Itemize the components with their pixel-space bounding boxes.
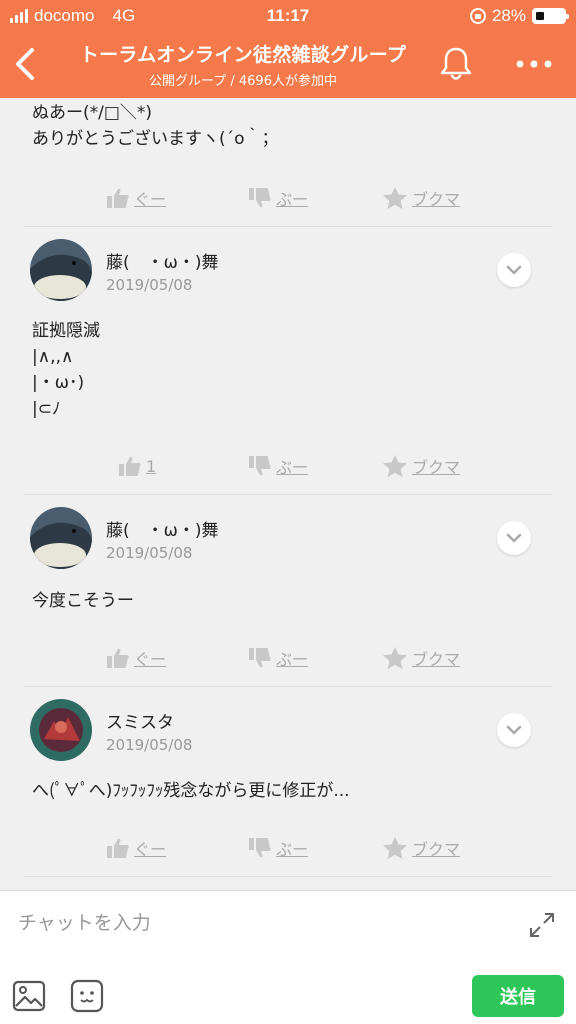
- notification-button[interactable]: [438, 44, 474, 84]
- reaction-bar: ぐー ぶー ブクマ: [0, 638, 576, 678]
- bad-label: ぶー: [276, 840, 309, 859]
- status-bar: docomo 4G 11:17 28%: [0, 0, 576, 32]
- thumbs-up-icon: [107, 188, 129, 208]
- bad-button[interactable]: ぶー: [248, 834, 308, 862]
- thumbs-up-icon: [119, 456, 141, 476]
- avatar-image: [30, 239, 92, 301]
- author-name[interactable]: 藤( ・ω・)舞: [106, 516, 219, 541]
- signal-icon: [10, 9, 28, 23]
- message-text: 証拠隠滅 |∧,,∧ |・ω･) |⊂ﾉ: [32, 321, 100, 419]
- image-icon: [12, 980, 46, 1012]
- message-text: 今度こそうー: [32, 591, 134, 611]
- good-label: ぐー: [134, 840, 167, 859]
- reaction-bar: ぐー ぶー ブクマ: [0, 178, 576, 218]
- message-text: ぬあー(*/□＼*) ありがとうございますヽ(´o｀；: [32, 103, 279, 149]
- bookmark-label: ブクマ: [412, 190, 461, 209]
- reaction-bar: ぐー ぶー ブクマ: [0, 828, 576, 868]
- divider: [24, 686, 552, 687]
- bookmark-label: ブクマ: [412, 840, 461, 859]
- group-subtitle: 公開グループ / 4696人が参加中: [149, 74, 337, 89]
- chat-feed[interactable]: ぬあー(*/□＼*) ありがとうございますヽ(´o｀； ぐー ぶー ブクマ 藤(…: [0, 98, 576, 890]
- message-menu-button[interactable]: [497, 521, 531, 555]
- star-icon: [383, 455, 407, 477]
- divider: [24, 494, 552, 495]
- avatar-image: [30, 507, 92, 569]
- thumbs-up-icon: [107, 648, 129, 668]
- chevron-down-icon: [506, 265, 522, 275]
- battery-fill: [536, 12, 545, 20]
- thumbs-down-icon: [249, 838, 271, 858]
- post-date: 2019/05/08: [106, 276, 193, 294]
- bookmark-button[interactable]: ブクマ: [382, 644, 460, 672]
- bad-label: ぶー: [276, 650, 309, 669]
- bad-button[interactable]: ぶー: [248, 184, 308, 212]
- chevron-down-icon: [506, 725, 522, 735]
- thumbs-down-icon: [249, 188, 271, 208]
- chat-composer: 送信: [0, 890, 576, 1024]
- avatar[interactable]: [30, 239, 92, 301]
- image-button[interactable]: [12, 979, 46, 1013]
- good-button[interactable]: ぐー: [106, 644, 166, 672]
- rotation-lock-icon: [469, 8, 486, 24]
- post-date: 2019/05/08: [106, 736, 193, 754]
- avatar-image: [30, 699, 92, 761]
- bookmark-label: ブクマ: [412, 458, 461, 477]
- author-name[interactable]: 藤( ・ω・)舞: [106, 248, 219, 273]
- message-text: へ(ﾟ∀ﾟへ)ﾌｯﾌｯﾌｯ残念ながら更に修正が...: [32, 781, 350, 801]
- chat-input[interactable]: [18, 901, 498, 945]
- group-header: トーラムオンライン徒然雑談グループ 公開グループ / 4696人が参加中: [0, 32, 576, 98]
- bookmark-button[interactable]: ブクマ: [382, 834, 460, 862]
- star-icon: [383, 187, 407, 209]
- bad-button[interactable]: ぶー: [248, 644, 308, 672]
- good-button[interactable]: 1: [118, 452, 156, 480]
- battery-icon: [532, 8, 569, 24]
- avatar[interactable]: [30, 699, 92, 761]
- expand-icon: [530, 913, 554, 937]
- reaction-bar: 1 ぶー ブクマ: [0, 446, 576, 486]
- bad-button[interactable]: ぶー: [248, 452, 308, 480]
- thumbs-up-icon: [107, 838, 129, 858]
- carrier-name: docomo: [34, 6, 95, 25]
- battery-percent: 28%: [491, 6, 526, 25]
- back-arrow-icon: [16, 48, 34, 80]
- more-icon: [516, 60, 552, 68]
- avatar[interactable]: [30, 507, 92, 569]
- good-count: 1: [146, 456, 157, 476]
- more-options-button[interactable]: [512, 46, 556, 82]
- post-date: 2019/05/08: [106, 544, 193, 562]
- good-button[interactable]: ぐー: [106, 184, 166, 212]
- message-menu-button[interactable]: [497, 253, 531, 287]
- star-icon: [383, 647, 407, 669]
- divider: [24, 876, 552, 877]
- expand-composer-button[interactable]: [528, 911, 556, 939]
- sticker-button[interactable]: [70, 979, 104, 1013]
- bell-icon: [440, 47, 472, 80]
- chevron-down-icon: [506, 533, 522, 543]
- good-button[interactable]: ぐー: [106, 834, 166, 862]
- divider: [24, 226, 552, 227]
- bookmark-button[interactable]: ブクマ: [382, 452, 460, 480]
- star-icon: [383, 837, 407, 859]
- bad-label: ぶー: [276, 458, 309, 477]
- thumbs-down-icon: [249, 456, 271, 476]
- thumbs-down-icon: [249, 648, 271, 668]
- good-label: ぐー: [134, 650, 167, 669]
- sticker-icon: [70, 979, 104, 1013]
- network-type: 4G: [112, 6, 136, 25]
- message-menu-button[interactable]: [497, 713, 531, 747]
- author-name[interactable]: スミスタ: [106, 708, 174, 733]
- group-title: トーラムオンライン徒然雑談グループ: [79, 44, 407, 66]
- send-button[interactable]: 送信: [472, 975, 564, 1017]
- good-label: ぐー: [134, 190, 167, 209]
- bad-label: ぶー: [276, 190, 309, 209]
- bookmark-label: ブクマ: [412, 650, 461, 669]
- bookmark-button[interactable]: ブクマ: [382, 184, 460, 212]
- back-button[interactable]: [10, 42, 42, 86]
